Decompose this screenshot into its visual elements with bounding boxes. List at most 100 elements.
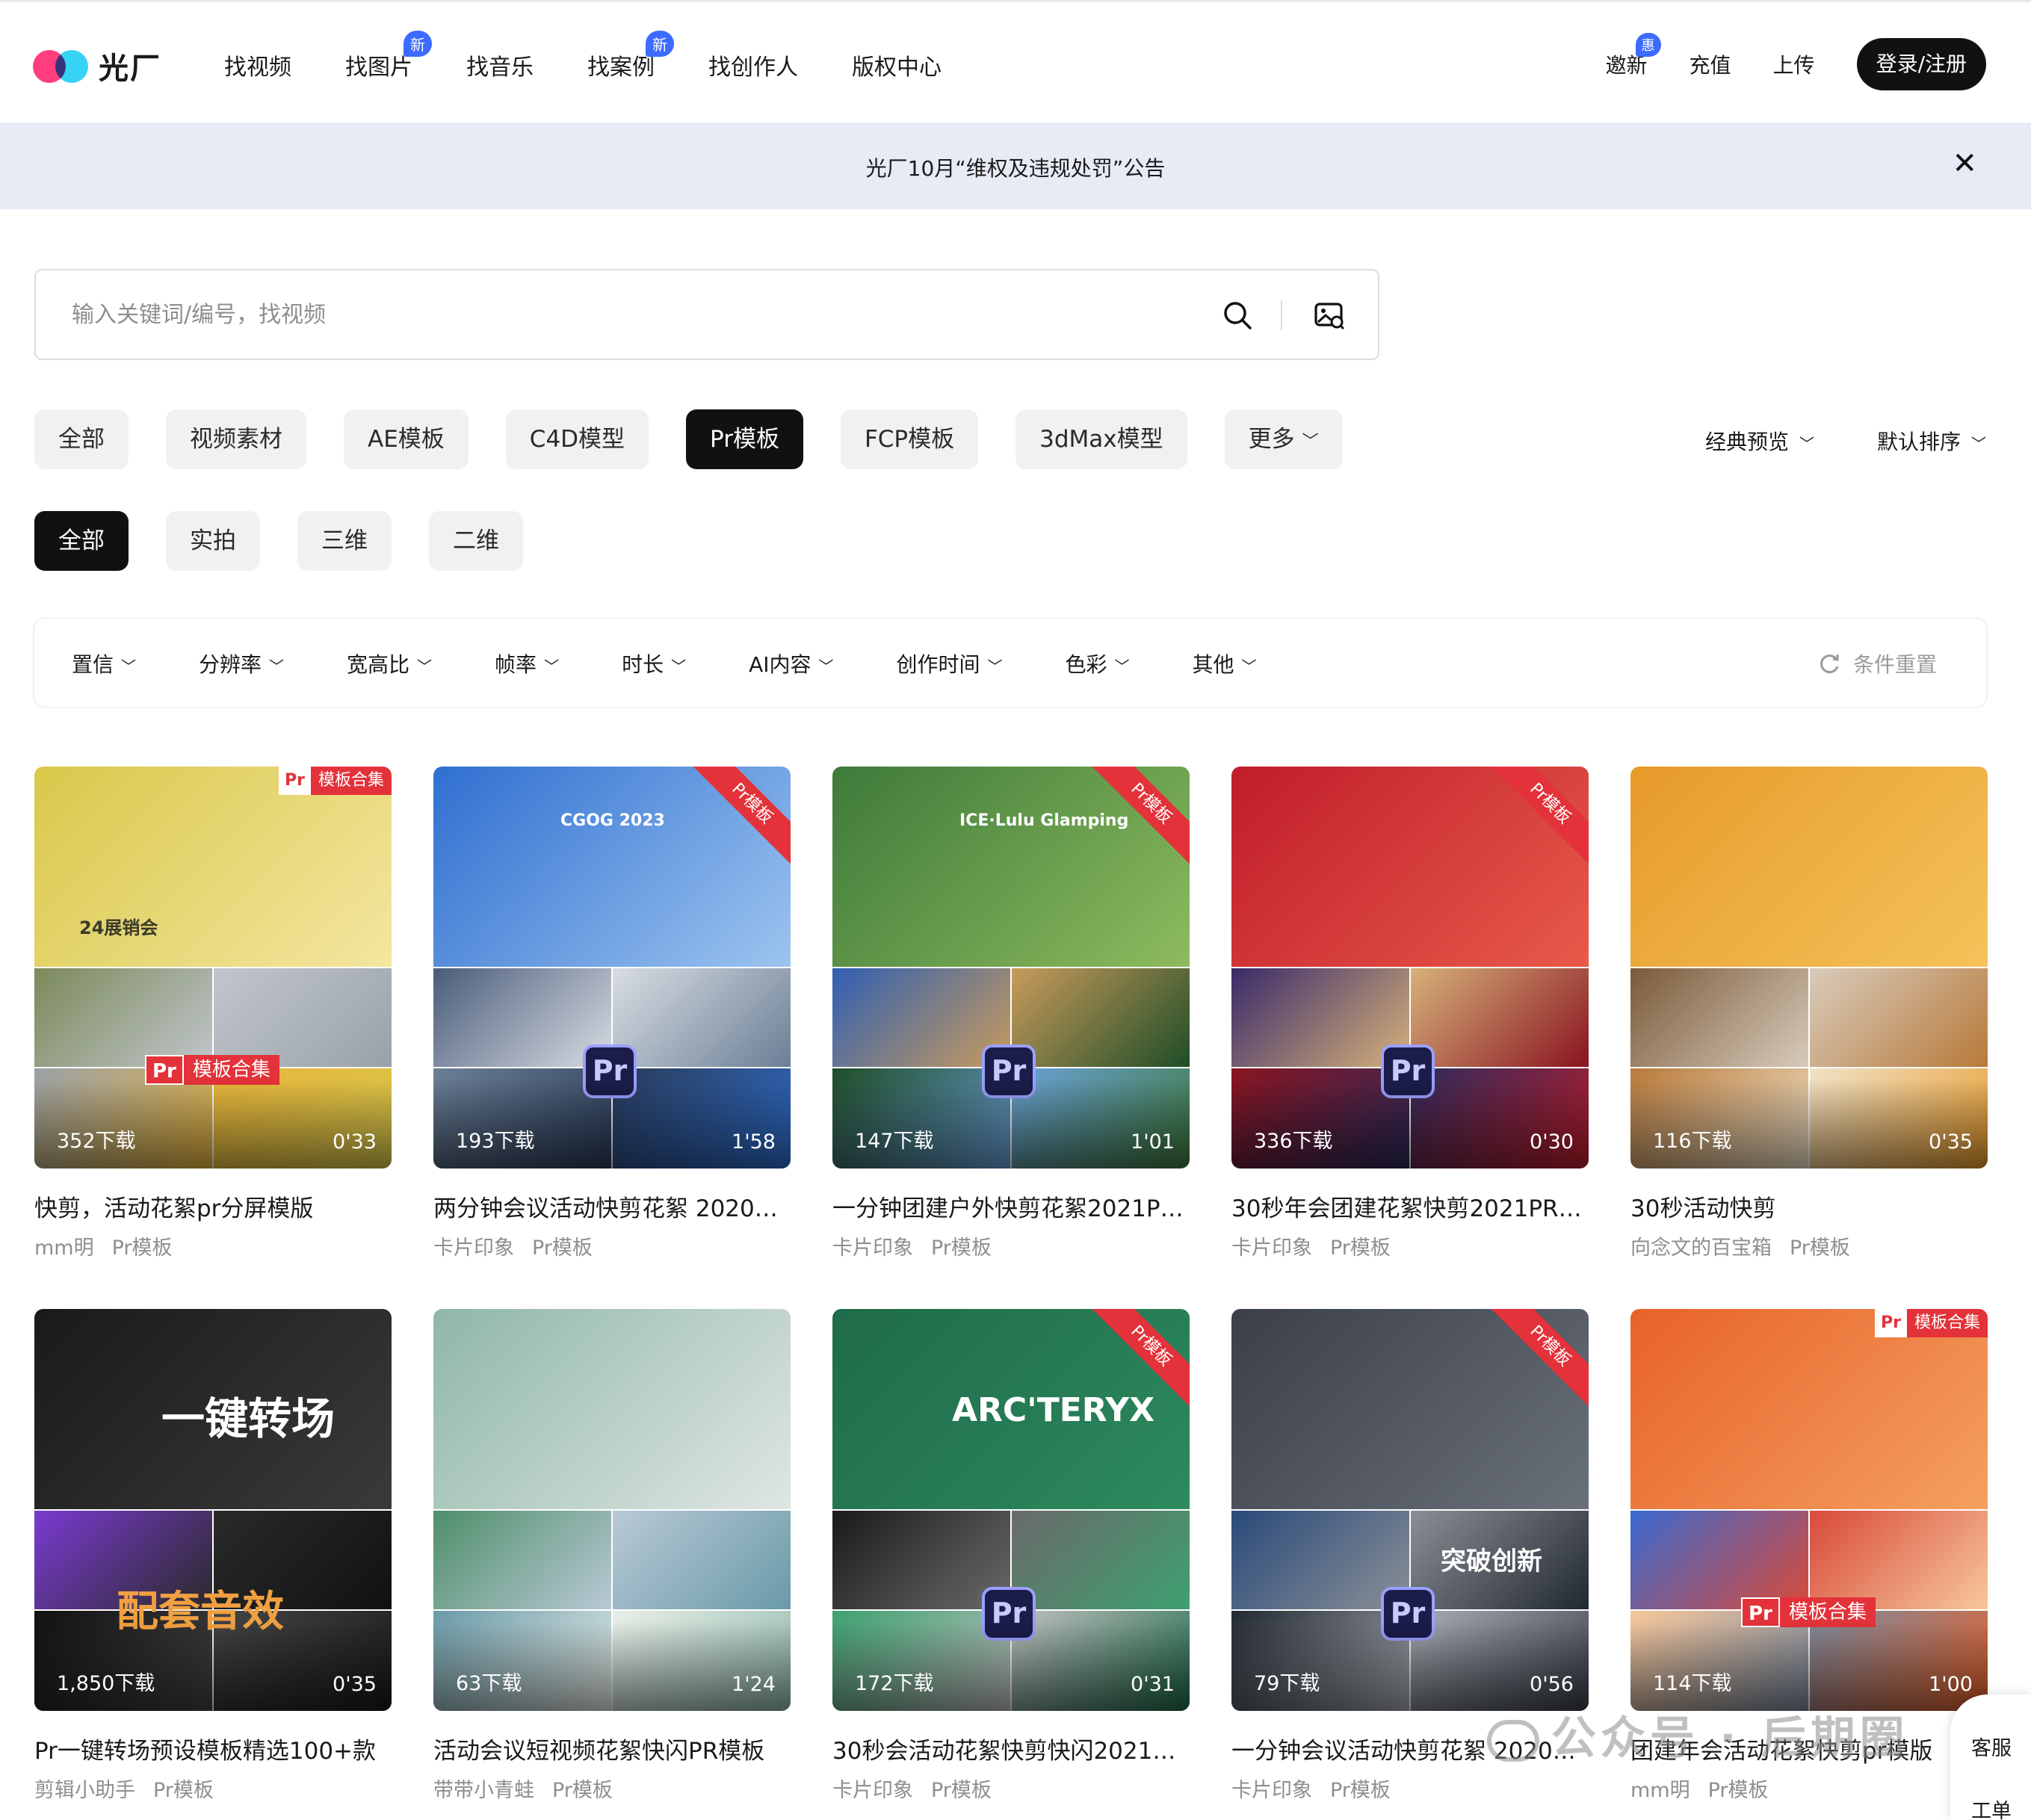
header-actions: 邀新惠 充值 上传 登录/注册 (1606, 33, 1986, 90)
subcategory-chips: 全部 实拍 三维 二维 (34, 511, 560, 571)
video-duration: 0'35 (333, 1673, 377, 1696)
subcategory-3d[interactable]: 三维 (297, 511, 392, 571)
thumbnail-tile (1411, 968, 1589, 1067)
author-link[interactable]: 带带小青蛙 (433, 1779, 534, 1802)
filter-resolution[interactable]: 分辨率 ﹀ (199, 649, 284, 678)
filter-label: 宽高比 (347, 652, 410, 677)
author-link[interactable]: 卡片印象 (433, 1236, 514, 1260)
ticket-button[interactable]: 工单 (1971, 1795, 2012, 1820)
filter-confidence[interactable]: 置信 ﹀ (72, 649, 136, 678)
category-pr-template[interactable]: Pr模板 (686, 409, 803, 469)
thumbnail-tile (1012, 1511, 1190, 1609)
category-fcp-template[interactable]: FCP模板 (840, 409, 979, 469)
card-thumbnail[interactable]: 突破创新 Pr Pr模板 79下载 0'56 (1231, 1309, 1589, 1711)
download-count: 352下载 (57, 1130, 136, 1153)
image-search-icon[interactable] (1314, 300, 1345, 330)
card-title[interactable]: 一分钟团建户外快剪花絮2021PR模板 (832, 1189, 1190, 1223)
nav-find-creator[interactable]: 找创作人 (708, 49, 798, 81)
card-title[interactable]: 30秒年会团建花絮快剪2021PR模板 (1231, 1189, 1589, 1223)
card-thumbnail[interactable]: 24展销会 Pr 模板合集 Pr 模板合集 352下载 0'33 (34, 767, 392, 1169)
filter-frame-rate[interactable]: 帧率 ﹀ (495, 649, 559, 678)
close-icon[interactable]: ✕ (1952, 145, 1977, 182)
author-link[interactable]: 向念文的百宝箱 (1630, 1236, 1772, 1260)
pr-label: Pr (1875, 1309, 1907, 1337)
filter-other[interactable]: 其他 ﹀ (1193, 649, 1257, 678)
card-thumbnail[interactable]: ARC'TERYX Pr Pr模板 172下载 0'31 (832, 1309, 1190, 1711)
card-title[interactable]: Pr一键转场预设模板精选100+款 (34, 1732, 392, 1765)
author-link[interactable]: 卡片印象 (1231, 1779, 1312, 1802)
site-logo[interactable]: 光厂 (33, 44, 161, 87)
author-link[interactable]: mm明 (1630, 1779, 1690, 1802)
template-type: Pr模板 (931, 1236, 992, 1260)
watermark: 公众号 · 后期圈 (1487, 1702, 1909, 1767)
author-link[interactable]: 卡片印象 (832, 1779, 913, 1802)
video-duration: 1'01 (1131, 1130, 1175, 1154)
nav-find-case[interactable]: 找案例新 (587, 31, 674, 81)
reset-filters-button[interactable]: 条件重置 (1819, 649, 1937, 678)
filter-aspect-ratio[interactable]: 宽高比 ﹀ (347, 649, 432, 678)
nav-find-image[interactable]: 找图片新 (345, 31, 432, 81)
card-thumbnail[interactable]: 一键转场 配套音效 1,850下载 0'35 (34, 1309, 392, 1711)
thumbnail-tile (433, 1309, 791, 1509)
upload-link[interactable]: 上传 (1773, 49, 1815, 79)
card-thumbnail[interactable]: CGOG 2023 Pr Pr模板 193下载 1'58 (433, 767, 791, 1169)
card-meta: mm明 Pr模板 (34, 1231, 173, 1260)
author-link[interactable]: 卡片印象 (832, 1236, 913, 1260)
reset-label: 条件重置 (1852, 652, 1937, 677)
card-title[interactable]: 两分钟会议活动快剪花絮 2020大型会议活动开场 (433, 1189, 791, 1223)
filter-ai-content[interactable]: AI内容 ﹀ (749, 649, 833, 678)
author-link[interactable]: 卡片印象 (1231, 1236, 1312, 1260)
nav-copyright-center[interactable]: 版权中心 (852, 49, 942, 81)
nav-find-video[interactable]: 找视频 (224, 49, 291, 81)
thumbnail-caption: 突破创新 (1441, 1547, 1542, 1576)
preview-mode-dropdown[interactable]: 经典预览 ﹀ (1705, 426, 1814, 456)
card-thumbnail[interactable]: Pr Pr模板 336下载 0'30 (1231, 767, 1589, 1169)
category-c4d-model[interactable]: C4D模型 (505, 409, 649, 469)
filter-color[interactable]: 色彩 ﹀ (1066, 649, 1130, 678)
discount-badge: 惠 (1635, 33, 1661, 57)
nav-find-music[interactable]: 找音乐 (466, 49, 534, 81)
login-register-button[interactable]: 登录/注册 (1856, 38, 1986, 90)
customer-service-button[interactable]: 客服 (1971, 1732, 2012, 1761)
collection-label: 模板合集 (310, 767, 392, 795)
card-thumbnail[interactable]: ICE·Lulu Glamping Pr Pr模板 147下载 1'01 (832, 767, 1190, 1169)
invite-link[interactable]: 邀新惠 (1606, 33, 1661, 79)
thumbnail-shade (34, 1079, 392, 1169)
category-ae-template[interactable]: AE模板 (344, 409, 469, 469)
video-duration: 0'31 (1131, 1673, 1175, 1696)
category-all[interactable]: 全部 (34, 409, 129, 469)
sort-order-dropdown[interactable]: 默认排序 ﹀ (1877, 426, 1986, 456)
author-link[interactable]: 剪辑小助手 (34, 1779, 135, 1802)
download-count: 116下载 (1653, 1130, 1732, 1153)
card-title[interactable]: 快剪，活动花絮pr分屏模版 (34, 1189, 392, 1223)
collection-badge: Pr 模板合集 (279, 767, 392, 795)
subcategory-live-action[interactable]: 实拍 (166, 511, 260, 571)
category-more[interactable]: 更多 ﹀ (1224, 409, 1343, 469)
card-title[interactable]: 30秒活动快剪 (1630, 1189, 1988, 1223)
filter-duration[interactable]: 时长 ﹀ (622, 649, 686, 678)
card-thumbnail[interactable]: 116下载 0'35 (1630, 767, 1988, 1169)
category-video-footage[interactable]: 视频素材 (166, 409, 306, 469)
card-title[interactable]: 30秒会活动花絮快剪快闪2021PR模板 (832, 1732, 1190, 1765)
search-icon[interactable] (1222, 300, 1252, 330)
announcement-text[interactable]: 光厂10月“维权及违规处罚”公告 (0, 152, 2031, 182)
search-input[interactable] (72, 296, 1193, 333)
category-3dmax-model[interactable]: 3dMax模型 (1016, 409, 1187, 469)
download-count: 114下载 (1653, 1672, 1732, 1695)
chevron-down-icon: ﹀ (818, 657, 834, 675)
author-link[interactable]: mm明 (34, 1236, 94, 1260)
card-thumbnail[interactable]: Pr 模板合集 Pr 模板合集 114下载 1'00 (1630, 1309, 1988, 1711)
thumbnail-caption: ICE·Lulu Glamping (959, 811, 1129, 830)
chevron-down-icon: ﹀ (417, 657, 433, 675)
thumbnail-tile (34, 968, 212, 1067)
chevron-down-icon: ﹀ (1114, 657, 1130, 675)
subcategory-2d[interactable]: 二维 (429, 511, 523, 571)
recharge-link[interactable]: 充值 (1690, 49, 1731, 79)
card-title[interactable]: 活动会议短视频花絮快闪PR模板 (433, 1732, 791, 1765)
preview-mode-label: 经典预览 (1704, 430, 1789, 454)
card-thumbnail[interactable]: 63下载 1'24 (433, 1309, 791, 1711)
filter-creation-time[interactable]: 创作时间 ﹀ (897, 649, 1003, 678)
subcategory-all[interactable]: 全部 (34, 511, 129, 571)
pr-label: Pr (279, 767, 311, 795)
card-meta: 卡片印象 Pr模板 (433, 1231, 593, 1260)
